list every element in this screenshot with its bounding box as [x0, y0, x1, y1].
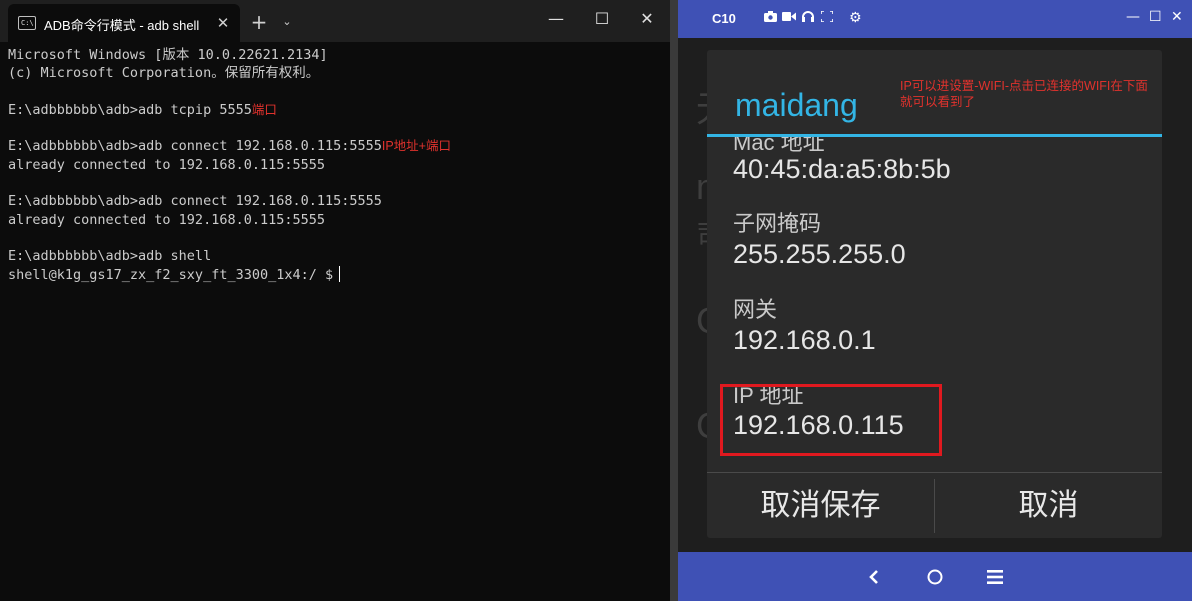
annotation-ip-hint: IP可以进设置-WIFI-点击已连接的WIFI在下面就可以看到了	[900, 79, 1148, 109]
device-name: C10	[712, 11, 736, 26]
gateway-value: 192.168.0.1	[733, 325, 876, 355]
cmd-icon: C:\	[18, 16, 36, 30]
android-navbar	[678, 552, 1192, 601]
text-cursor	[339, 265, 341, 282]
terminal-line: already connected to 192.168.0.115:5555	[8, 156, 325, 173]
fullscreen-icon[interactable]	[820, 10, 834, 25]
gear-icon[interactable]: ⚙	[849, 10, 862, 26]
terminal-line: E:\adbbbbbb\adb>adb shell	[8, 248, 212, 265]
close-button[interactable]: ✕	[624, 0, 670, 38]
cancel-save-button[interactable]: 取消保存	[707, 473, 934, 539]
dialog-button-row: 取消保存 取消	[707, 472, 1162, 538]
terminal-line: E:\adbbbbbb\adb>adb tcpip 5555端口	[8, 101, 277, 118]
video-icon[interactable]	[782, 11, 796, 25]
terminal-tab[interactable]: C:\ ADB命令行模式 - adb shell ✕	[8, 4, 240, 42]
tab-title: ADB命令行模式 - adb shell	[44, 18, 200, 33]
annotation-ip-port: IP地址+端口	[381, 139, 451, 154]
home-icon[interactable]	[920, 562, 950, 592]
wifi-details-dialog: maidang IP可以进设置-WIFI-点击已连接的WIFI在下面就可以看到了…	[707, 50, 1162, 538]
back-icon[interactable]	[859, 562, 889, 592]
cancel-button[interactable]: 取消	[935, 473, 1162, 539]
terminal-line: Microsoft Windows [版本 10.0.22621.2134]	[8, 47, 328, 63]
emu-maximize-button[interactable]: ☐	[1149, 9, 1162, 25]
terminal-window: C:\ ADB命令行模式 - adb shell ✕ + ⌄ — ☐ ✕ Mic…	[0, 0, 670, 601]
new-tab-button[interactable]: +	[248, 9, 270, 35]
emulator-screen: 无 n 司 C C maidang IP可以进设置-WIFI-点击已连接的WIF…	[678, 38, 1192, 552]
annotation-port: 端口	[251, 102, 277, 117]
dialog-content[interactable]: Mac 地址 40:45:da:a5:8b:5b 子网掩码 255.255.25…	[707, 137, 1162, 459]
terminal-output[interactable]: Microsoft Windows [版本 10.0.22621.2134] (…	[8, 46, 666, 601]
desktop-strip	[670, 0, 678, 601]
camera-icon[interactable]	[764, 11, 777, 25]
subnet-mask-label: 子网掩码	[733, 211, 822, 236]
tab-menu-button[interactable]: ⌄	[278, 9, 296, 35]
maximize-button[interactable]: ☐	[579, 0, 625, 38]
terminal-titlebar: C:\ ADB命令行模式 - adb shell ✕ + ⌄ — ☐ ✕	[0, 0, 670, 42]
ip-highlight-box	[720, 384, 942, 456]
terminal-line: E:\adbbbbbb\adb>adb connect 192.168.0.11…	[8, 138, 451, 155]
close-tab-icon[interactable]: ✕	[212, 12, 234, 34]
mac-value: 40:45:da:a5:8b:5b	[733, 154, 951, 184]
minimize-button[interactable]: —	[533, 0, 579, 38]
emulator-titlebar: C10 ⚙ — ☐ ✕	[678, 0, 1192, 38]
emu-minimize-button[interactable]: —	[1126, 9, 1140, 25]
subnet-mask-value: 255.255.255.0	[733, 239, 906, 269]
dialog-title: maidang	[735, 87, 858, 123]
terminal-line: E:\adbbbbbb\adb>adb connect 192.168.0.11…	[8, 193, 382, 210]
terminal-prompt-line[interactable]: shell@k1g_gs17_zx_f2_sxy_ft_3300_1x4:/ $	[8, 265, 666, 284]
terminal-line: already connected to 192.168.0.115:5555	[8, 211, 325, 228]
gateway-label: 网关	[733, 297, 778, 322]
headset-icon[interactable]	[802, 11, 814, 25]
terminal-line: (c) Microsoft Corporation。保留所有权利。	[8, 65, 320, 82]
menu-icon[interactable]	[980, 562, 1010, 592]
emu-close-button[interactable]: ✕	[1171, 9, 1183, 25]
